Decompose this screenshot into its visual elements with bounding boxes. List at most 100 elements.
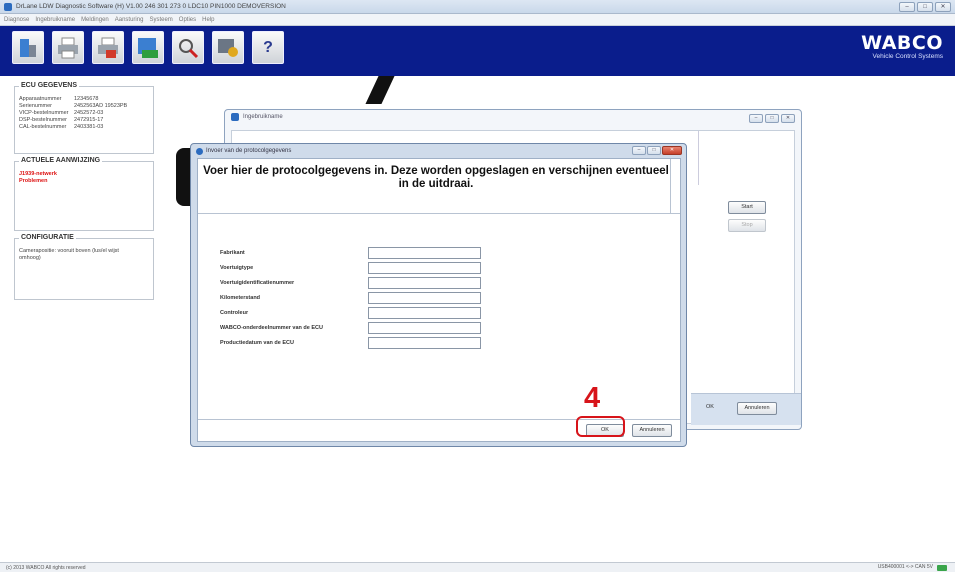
field-row-manufacturer: Fabrikant (220, 246, 481, 259)
close-button[interactable]: ✕ (935, 2, 951, 12)
ecu-button[interactable] (12, 31, 44, 64)
instruction-panel-title: ACTUELE AANWIJZING (19, 157, 103, 164)
diagnosis-icon (138, 37, 158, 58)
close-button[interactable]: ✕ (781, 114, 795, 123)
minimize-button[interactable]: – (899, 2, 915, 12)
maximize-button[interactable]: □ (917, 2, 933, 12)
field-row-inspector: Controleur (220, 306, 481, 319)
instruction-line: Problemen (19, 178, 48, 184)
inspector-input[interactable] (368, 306, 481, 319)
side-area (698, 131, 794, 185)
field-label: Voertuigtype (220, 264, 254, 271)
current-instruction-panel: ACTUELE AANWIJZING J1939-netwerk Problem… (14, 157, 154, 231)
window-icon (231, 113, 239, 121)
status-bar: (c) 2013 WABCO All rights reserved USB40… (0, 562, 955, 572)
brand-logo: WABCO Vehicle Control Systems (861, 32, 943, 61)
dialog-close-button[interactable]: ✕ (662, 146, 682, 155)
toolbar: ? WABCO Vehicle Control Systems (0, 26, 955, 76)
maximize-button[interactable]: □ (765, 114, 779, 123)
commissioning-ok-button[interactable]: OK (691, 402, 729, 415)
dialog-cancel-button[interactable]: Annuleren (632, 424, 672, 437)
ecu-part-number-input[interactable] (368, 321, 481, 334)
field-label: Productiedatum van de ECU (220, 339, 294, 346)
stop-button: Stop (728, 219, 766, 232)
menu-aansturing[interactable]: Aansturing (115, 17, 144, 23)
field-label: Voertuigidentificatienummer (220, 279, 295, 286)
field-label: Controleur (220, 309, 249, 316)
menu-help[interactable]: Help (202, 17, 214, 23)
minimize-button[interactable]: – (749, 114, 763, 123)
dialog-header: Voer hier de protocolgegevens in. Deze w… (198, 159, 680, 214)
dialog-content: Voer hier de protocolgegevens in. Deze w… (197, 158, 681, 442)
vin-input[interactable] (368, 276, 481, 289)
instruction-line: J1939-netwerk (19, 171, 57, 177)
dialog-minimize-button[interactable]: – (632, 146, 646, 155)
settings-button[interactable] (212, 31, 244, 64)
ecu-row: Apparaatnummer 12345678 (19, 96, 99, 102)
connection-status: USB400001 <-> CAN 5V (877, 564, 933, 570)
commissioning-window-title: Ingebruikname (243, 114, 283, 120)
menu-ingebruikname[interactable]: Ingebruikname (35, 17, 75, 23)
dialog-maximize-button[interactable]: □ (647, 146, 661, 155)
commissioning-window-controls: – □ ✕ (749, 114, 795, 123)
search-icon (179, 38, 199, 58)
help-button[interactable]: ? (252, 31, 284, 64)
menu-opties[interactable]: Opties (179, 17, 196, 23)
manufacturer-input[interactable] (368, 246, 481, 259)
brand-subtitle: Vehicle Control Systems (872, 53, 943, 60)
start-button[interactable]: Start (728, 201, 766, 214)
window-controls: – □ ✕ (899, 2, 951, 12)
menu-systeem[interactable]: Systeem (149, 17, 172, 23)
mileage-input[interactable] (368, 291, 481, 304)
field-row-vehicle-type: Voertuigtype (220, 261, 481, 274)
config-panel-title: CONFIGURATIE (19, 234, 76, 241)
field-label: Fabrikant (220, 249, 245, 256)
configuration-panel: CONFIGURATIE Camerapositie: vooruit bove… (14, 234, 154, 300)
dialog-instruction: Voer hier de protocolgegevens in. Deze w… (203, 165, 669, 190)
background-graphic (365, 76, 395, 104)
window-titlebar: DrLane LDW Diagnostic Software (H) V1.00… (0, 0, 955, 14)
dialog-title: Invoer van de protocolgegevens (206, 148, 292, 154)
diagnosis-button[interactable] (132, 31, 164, 64)
vehicle-type-input[interactable] (368, 261, 481, 274)
print-button[interactable] (52, 31, 84, 64)
ok-button-highlight (576, 416, 625, 437)
commissioning-cancel-button[interactable]: Annuleren (737, 402, 777, 415)
settings-icon (218, 38, 238, 57)
dialog-titlebar: Invoer van de protocolgegevens (191, 144, 686, 158)
search-button[interactable] (172, 31, 204, 64)
dialog-header-side (670, 159, 680, 214)
window-title: DrLane LDW Diagnostic Software (H) V1.00… (16, 3, 286, 10)
print-pdf-icon (98, 37, 118, 58)
field-row-ecu-production-date: Productiedatum van de ECU (220, 336, 481, 349)
field-row-vin: Voertuigidentificatienummer (220, 276, 481, 289)
brand-name: WABCO (861, 32, 943, 54)
config-text: Camerapositie: vooruit boven (lus/el wij… (19, 248, 119, 261)
help-icon: ? (263, 38, 273, 56)
ecu-row: DSP-bestelnummer 2472915-17 (19, 117, 104, 123)
menu-meldingen[interactable]: Meldingen (81, 17, 109, 23)
commissioning-button-bar: OK Annuleren (691, 393, 801, 425)
copyright-text: (c) 2013 WABCO All rights reserved (6, 564, 86, 571)
field-label: Kilometerstand (220, 294, 261, 301)
menu-diagnose[interactable]: Diagnose (4, 17, 29, 23)
ecu-data-panel: ECU GEGEVENS Apparaatnummer 12345678 Seri… (14, 82, 154, 154)
connection-led-icon (937, 565, 947, 571)
field-row-ecu-part-number: WABCO-onderdeelnummer van de ECU (220, 321, 481, 334)
dialog-window-controls: – □ ✕ (632, 146, 682, 155)
ecu-row: Serienummer 2452563AD 19523PB (19, 103, 128, 109)
print-pdf-button[interactable] (92, 31, 124, 64)
print-icon (58, 37, 78, 58)
step-number-annotation: 4 (584, 382, 601, 414)
protocol-data-dialog: Invoer van de protocolgegevens – □ ✕ Voe… (190, 143, 687, 447)
field-label: WABCO-onderdeelnummer van de ECU (220, 324, 323, 331)
commissioning-window-titlebar: Ingebruikname (225, 110, 801, 124)
field-row-mileage: Kilometerstand (220, 291, 481, 304)
menu-bar: Diagnose Ingebruikname Meldingen Aanstur… (0, 14, 955, 26)
ecu-row: VICP-bestelnummer 2452572-03 (19, 110, 104, 116)
ecu-icon (20, 38, 36, 57)
app-icon (4, 2, 12, 11)
ecu-production-date-input[interactable] (368, 336, 481, 349)
ecu-panel-title: ECU GEGEVENS (19, 82, 80, 89)
dialog-icon (196, 147, 203, 155)
